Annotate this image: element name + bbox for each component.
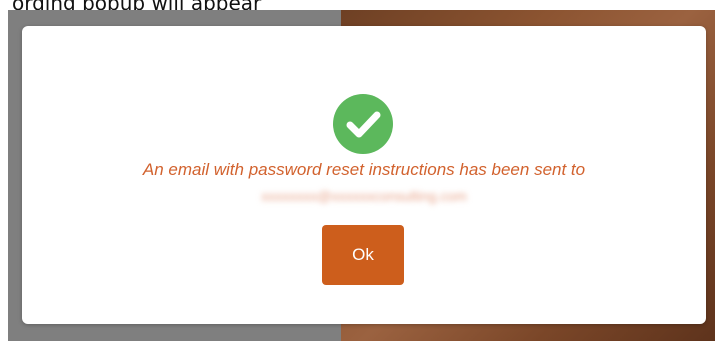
screen: ording popup will appear An email with p…: [0, 0, 715, 341]
redacted-email: xxxxxxxx@xxxxxxconsulting.com: [261, 188, 467, 204]
backdrop-edge: [0, 10, 8, 341]
reset-message: An email with password reset instruction…: [142, 160, 586, 179]
ok-button[interactable]: Ok: [322, 225, 404, 285]
check-circle-icon: [333, 94, 393, 154]
